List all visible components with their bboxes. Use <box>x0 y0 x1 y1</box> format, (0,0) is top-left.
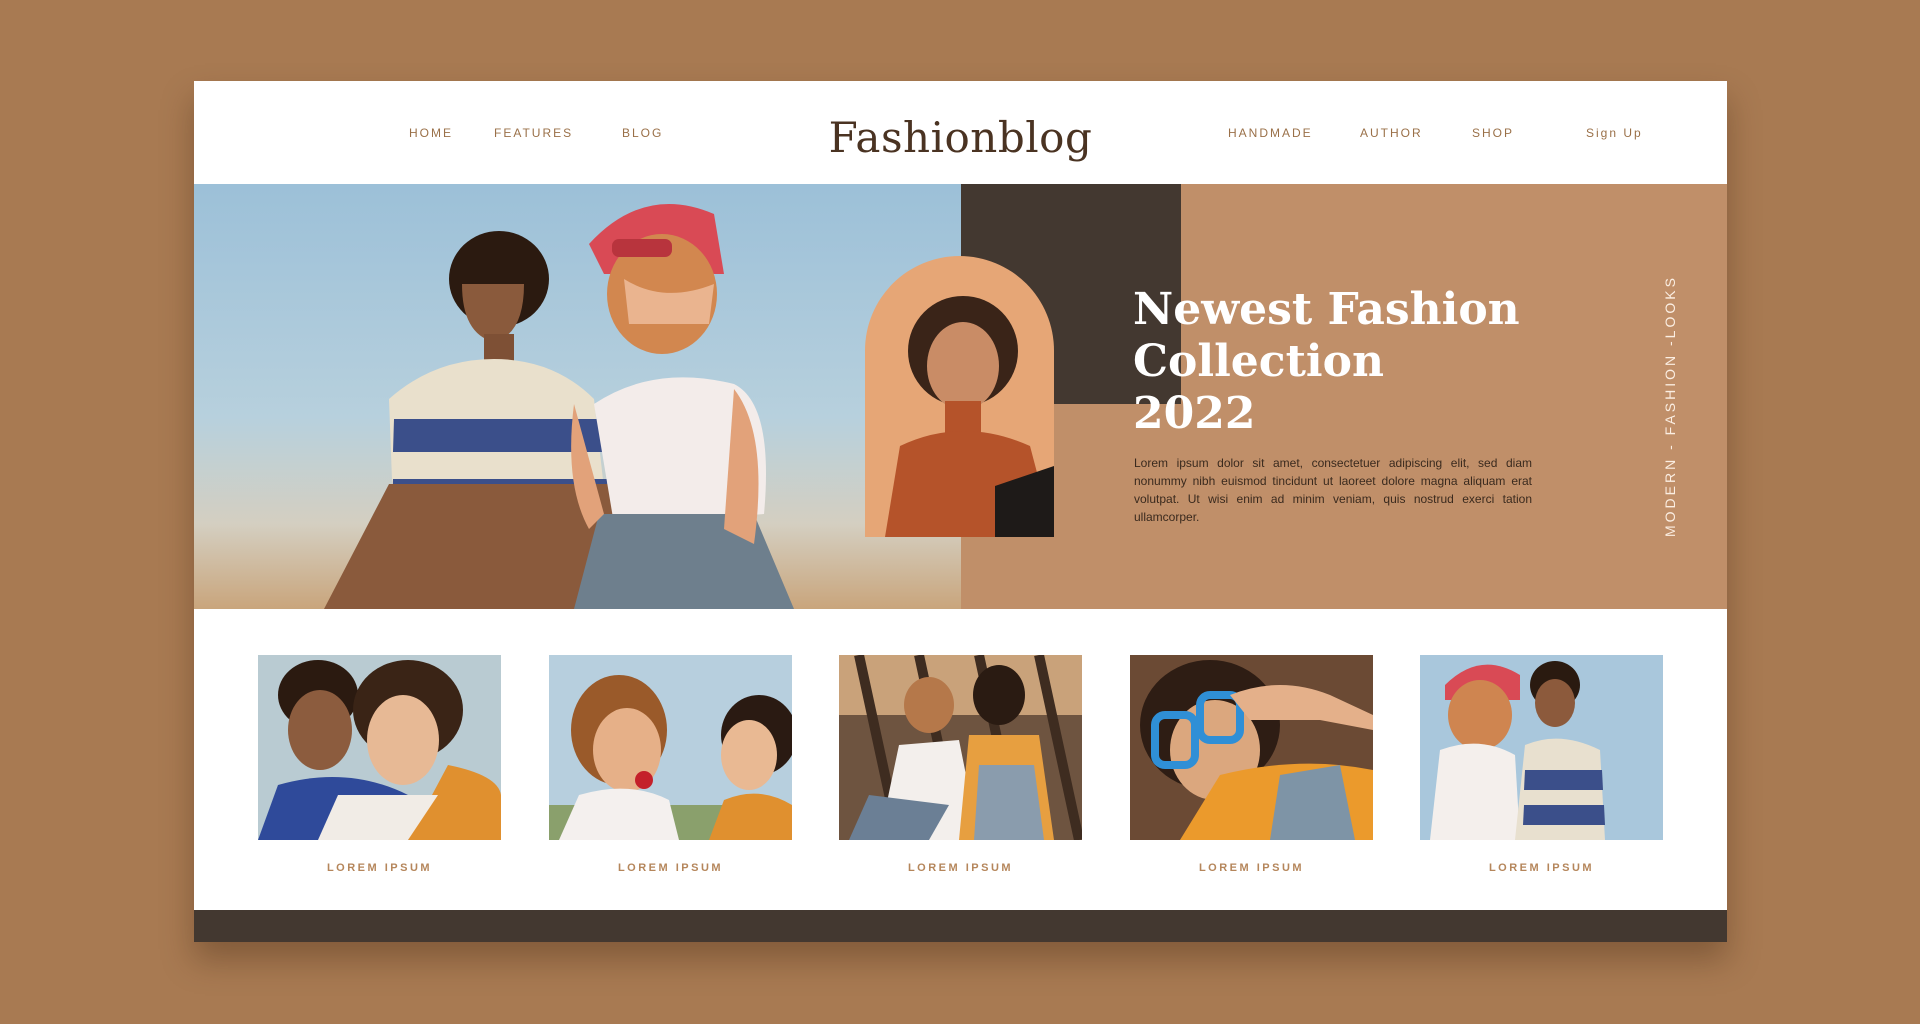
hero-title: Newest Fashion Collection 2022 <box>1133 284 1553 440</box>
gallery-card[interactable]: LOREM IPSUM <box>258 655 501 874</box>
hero-title-line: Collection <box>1133 336 1384 387</box>
nav-author-link[interactable]: AUTHOR <box>1360 126 1423 140</box>
hero-photo <box>194 184 961 609</box>
gallery-caption[interactable]: LOREM IPSUM <box>549 862 792 874</box>
gallery-card[interactable]: LOREM IPSUM <box>1130 655 1373 874</box>
hero-title-line: 2022 <box>1133 388 1256 439</box>
gallery-card[interactable]: LOREM IPSUM <box>839 655 1082 874</box>
signup-link[interactable]: Sign Up <box>1586 126 1643 140</box>
gallery-caption[interactable]: LOREM IPSUM <box>1130 862 1373 874</box>
blog-mockup-frame: HOME FEATURES BLOG Fashionblog HANDMADE … <box>194 81 1727 942</box>
gallery-caption[interactable]: LOREM IPSUM <box>1420 862 1663 874</box>
gallery-thumbnail[interactable] <box>549 655 792 840</box>
portrait-arch-image <box>865 256 1054 537</box>
gallery-caption[interactable]: LOREM IPSUM <box>839 862 1082 874</box>
footer-bar <box>194 910 1727 942</box>
gallery-thumbnail[interactable] <box>1130 655 1373 840</box>
gallery-card[interactable]: LOREM IPSUM <box>1420 655 1663 874</box>
gallery-card[interactable]: LOREM IPSUM <box>549 655 792 874</box>
nav-shop-link[interactable]: SHOP <box>1472 126 1514 140</box>
site-header: HOME FEATURES BLOG Fashionblog HANDMADE … <box>194 81 1727 184</box>
hero-title-line: Newest Fashion <box>1133 284 1520 335</box>
gallery-caption[interactable]: LOREM IPSUM <box>258 862 501 874</box>
hero-description: Lorem ipsum dolor sit amet, consectetuer… <box>1134 456 1532 524</box>
nav-handmade-link[interactable]: HANDMADE <box>1228 126 1313 140</box>
gallery-thumbnail[interactable] <box>839 655 1082 840</box>
vertical-tagline: MODERN - FASHION -LOOKS <box>1662 275 1678 537</box>
hero-section: Newest Fashion Collection 2022 Lorem ips… <box>194 184 1727 609</box>
gallery-thumbnail[interactable] <box>1420 655 1663 840</box>
gallery-thumbnail[interactable] <box>258 655 501 840</box>
